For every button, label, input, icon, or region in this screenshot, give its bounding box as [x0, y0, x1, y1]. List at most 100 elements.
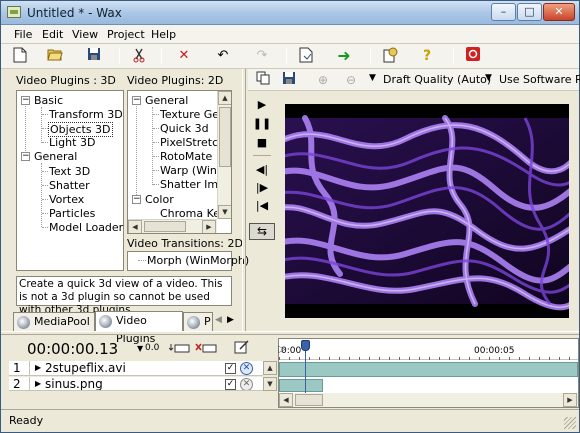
loop-icon[interactable]: ⇆: [249, 223, 275, 240]
cut-icon[interactable]: [131, 47, 149, 65]
scroll-down-icon[interactable]: ▼: [218, 205, 231, 219]
track-row[interactable]: 2 ▶ sinus.png ✓ ✕: [9, 377, 263, 391]
tab-scroll-left-icon[interactable]: ◀: [215, 315, 222, 325]
scroll-left-icon[interactable]: ◀: [128, 220, 142, 233]
tree-item-vortex[interactable]: Vortex: [49, 193, 84, 206]
plugins2d-hscrollbar[interactable]: ◀ ▶: [128, 219, 217, 233]
timeline-scroll-left-icon[interactable]: ◀: [279, 393, 293, 407]
tree-item-particles[interactable]: Particles: [49, 207, 95, 220]
tab-scroll-right-icon[interactable]: ▶: [227, 315, 234, 325]
scroll-thumb[interactable]: [219, 107, 231, 167]
copy-icon[interactable]: [254, 71, 272, 89]
zoom-value[interactable]: 0.0: [145, 343, 159, 353]
tree-item-transform-3d[interactable]: Transform 3D: [49, 108, 123, 121]
timeline-ruler[interactable]: 0:00 00:00:05 ▷: [278, 339, 578, 360]
menu-view[interactable]: View: [72, 28, 98, 41]
playhead-handle-icon[interactable]: [301, 340, 310, 351]
help-icon[interactable]: ?: [418, 47, 436, 65]
save-frame-icon[interactable]: [280, 71, 298, 89]
maximize-button[interactable]: □: [517, 3, 542, 21]
collapse-color-icon[interactable]: −: [132, 195, 141, 204]
clip-2stupeflix[interactable]: [279, 362, 578, 377]
collapse-basic-icon[interactable]: −: [21, 96, 30, 105]
tree-group-color[interactable]: Color: [145, 193, 174, 206]
tree-item-objects-3d[interactable]: Objects 3D: [48, 122, 113, 137]
menu-project[interactable]: Project: [107, 28, 145, 41]
quality-dropdown-arrow-icon[interactable]: ▼: [369, 73, 376, 83]
tree-group-general-2d[interactable]: General: [145, 94, 188, 107]
prev-frame-icon[interactable]: ◀|: [251, 161, 273, 179]
track-row[interactable]: 1 ▶ 2stupeflix.avi ✓ ✕: [9, 361, 263, 376]
video-preview[interactable]: [285, 104, 569, 318]
timeline-scroll-down-icon[interactable]: ▼: [263, 377, 277, 391]
renderer-dropdown-arrow-icon[interactable]: ▼: [485, 73, 492, 83]
tree-group-basic[interactable]: Basic: [34, 94, 63, 107]
timeline-scroll-thumb[interactable]: [295, 394, 323, 406]
tab-properties[interactable]: P: [183, 312, 213, 332]
track-mute-icon[interactable]: ✕: [240, 378, 253, 390]
timeline-splitter[interactable]: [1, 331, 579, 335]
tree-item-quick-3d[interactable]: Quick 3d: [160, 122, 209, 135]
redo-icon[interactable]: ↷: [253, 47, 271, 65]
track-enabled-checkbox[interactable]: ✓: [225, 363, 236, 374]
title-bar[interactable]: Untitled * - Wax – □ ✕: [1, 1, 579, 25]
collapse-general-icon[interactable]: −: [21, 152, 30, 161]
menu-edit[interactable]: Edit: [42, 28, 63, 41]
tab-mediapool[interactable]: MediaPool: [13, 312, 95, 332]
tree-item-text-3d[interactable]: Text 3D: [49, 165, 90, 178]
render-icon[interactable]: ➜: [335, 47, 353, 65]
scroll-up-icon[interactable]: ▲: [218, 91, 231, 105]
quality-dropdown[interactable]: Draft Quality (Auto): [383, 73, 491, 86]
track-name[interactable]: 2stupeflix.avi: [45, 361, 126, 375]
tree-item-light-3d[interactable]: Light 3D: [49, 136, 95, 149]
remove-track-icon[interactable]: [195, 341, 217, 355]
tree-item-pixelstretch[interactable]: PixelStretch: [160, 136, 225, 149]
minimize-button[interactable]: –: [491, 3, 516, 21]
timeline-hscrollbar[interactable]: ◀ ▶: [279, 393, 578, 407]
export-icon[interactable]: [297, 47, 315, 65]
tree-group-general[interactable]: General: [34, 150, 77, 163]
track-enabled-checkbox[interactable]: ✓: [225, 379, 236, 390]
menu-file[interactable]: File: [14, 28, 32, 41]
renderer-dropdown[interactable]: Use Software Re: [499, 73, 580, 86]
tab-video-plugins[interactable]: Video Plugins: [95, 311, 183, 345]
next-frame-icon[interactable]: |▶: [251, 179, 273, 197]
menu-help[interactable]: Help: [151, 28, 176, 41]
undo-icon[interactable]: ↶: [214, 47, 232, 65]
zoom-in-icon[interactable]: ⊕: [314, 71, 332, 89]
properties-icon[interactable]: [381, 47, 399, 65]
expand-track-icon[interactable]: ▶: [35, 379, 41, 388]
stop-playback-icon[interactable]: ■: [251, 134, 273, 152]
add-track-icon[interactable]: [168, 341, 191, 355]
tree-item-rotomate[interactable]: RotoMate: [160, 150, 212, 163]
timeline-scroll-up-icon[interactable]: ▲: [263, 361, 277, 375]
zoom-dropdown-arrow-icon[interactable]: ▼: [137, 344, 143, 353]
new-file-icon[interactable]: [11, 47, 29, 65]
stop-icon[interactable]: [464, 47, 482, 65]
timeline-scroll-right-icon[interactable]: ▶: [563, 393, 577, 407]
collapse-general-2d-icon[interactable]: −: [132, 96, 141, 105]
clip-sinus[interactable]: [279, 379, 323, 392]
play-icon[interactable]: ▶: [251, 96, 273, 114]
go-start-icon[interactable]: |◀: [251, 197, 273, 215]
scroll-right-icon[interactable]: ▶: [202, 220, 216, 233]
save-icon[interactable]: [85, 47, 103, 65]
timeline-vscroll[interactable]: ▲ ▼: [263, 361, 277, 391]
zoom-out-icon[interactable]: ⊖: [342, 71, 360, 89]
edit-track-icon[interactable]: [234, 339, 250, 355]
tree-item-model-loader[interactable]: Model Loader: [49, 221, 123, 234]
expand-track-icon[interactable]: ▶: [35, 363, 41, 372]
timeline-area[interactable]: 0:00 00:00:05 ▷ ◀ ▶: [278, 338, 579, 408]
track-mute-icon[interactable]: ✕: [240, 362, 253, 375]
close-button[interactable]: ✕: [543, 3, 575, 21]
pause-icon[interactable]: ❚❚: [251, 115, 273, 133]
resize-grip-icon[interactable]: [564, 417, 576, 429]
open-folder-icon[interactable]: [46, 47, 64, 65]
plugins2d-vscrollbar[interactable]: ▲ ▼: [217, 91, 231, 219]
delete-icon[interactable]: ✕: [175, 47, 193, 65]
scroll-thumb[interactable]: [144, 221, 186, 232]
tree-item-shatter[interactable]: Shatter: [49, 179, 90, 192]
transition-item-morph[interactable]: Morph (WinMorph): [147, 254, 249, 267]
track-name[interactable]: sinus.png: [45, 377, 103, 390]
panel-splitter[interactable]: [242, 69, 246, 331]
